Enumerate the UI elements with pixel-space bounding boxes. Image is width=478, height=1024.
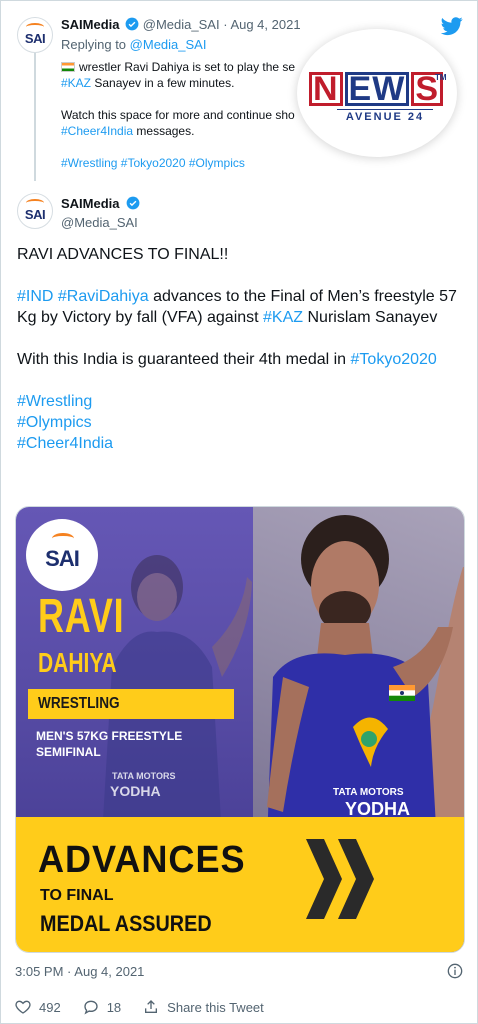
verified-badge-icon [125,17,139,31]
avatar[interactable]: SAI [17,17,53,53]
jersey-sponsor-text: TATA MOTORS [333,787,404,798]
poster-banner: ADVANCES TO FINAL MEDAL ASSURED [16,817,464,952]
author-name[interactable]: SAIMedia [61,196,120,211]
news-logo-subtitle: AVENUE 24 [337,109,433,124]
sport-label: WRESTLING [38,695,120,712]
tweet-paragraph: With this India is guaranteed their 4th … [17,351,437,368]
hashtag-link[interactable]: #Cheer4India [17,433,465,454]
heart-icon [15,1000,31,1014]
news-logo-text: N EW S [308,71,444,107]
hashtag-link[interactable]: #Olympics [17,412,465,433]
tweet-image[interactable]: SAI RAVI DAHIYA WRESTLING MEN'S 57KG FRE… [15,506,465,953]
tweet-timestamp[interactable]: 3:05 PM · Aug 4, 2021 [15,964,144,979]
poster-first-name: RAVI [38,590,125,643]
event-line-1: MEN'S 57KG FREESTYLE [36,729,183,743]
like-button[interactable]: 492 [15,999,61,1015]
share-icon [145,1000,158,1013]
tweet-headline: RAVI ADVANCES TO FINAL!! [17,246,229,263]
author-handle[interactable]: @Media_SAI [143,17,220,32]
banner-medal-assured: MEDAL ASSURED [40,911,212,936]
main-tweet-header: SAIMedia @Media_SAI [61,195,140,230]
replying-to-handle[interactable]: @Media_SAI [130,37,207,52]
hashtag-link[interactable]: #Cheer4India [61,124,133,138]
news-avenue-watermark: N EW S TM AVENUE 24 [297,29,457,157]
poster-last-name: DAHIYA [38,647,117,678]
poster-left-panel: SAI RAVI DAHIYA WRESTLING MEN'S 57KG FRE… [16,507,253,837]
sai-logo: SAI [26,519,98,591]
banner-advances: ADVANCES [38,839,246,881]
replying-to: Replying to @Media_SAI [61,37,207,52]
reply-count: 18 [106,999,122,1015]
chevron-right-icon [338,839,374,919]
hashtag-links[interactable]: #Wrestling #Tokyo2020 #Olympics [61,155,321,171]
hashtag-link[interactable]: #Wrestling [17,391,465,412]
info-icon[interactable] [447,963,463,979]
hashtag-link[interactable]: #IND [17,288,53,305]
comment-icon [84,1000,98,1015]
india-flag-icon [61,62,75,72]
hashtag-link[interactable]: #KAZ [61,76,91,90]
author-name[interactable]: SAIMedia [61,17,120,32]
main-tweet-body: RAVI ADVANCES TO FINAL!! #IND #RaviDahiy… [17,244,465,454]
reply-button[interactable]: 18 [83,999,121,1015]
reply-tweet-body: wrestler Ravi Dahiya is set to play the … [61,59,321,171]
tweet-card: SAI SAIMedia @Media_SAI · Aug 4, 2021 Re… [0,0,478,1024]
twitter-bird-icon[interactable] [441,15,463,37]
author-handle[interactable]: @Media_SAI [61,215,140,230]
share-label: Share this Tweet [167,999,264,1015]
sport-bar: WRESTLING [28,689,234,719]
verified-badge-icon [126,196,140,210]
hashtag-link[interactable]: #RaviDahiya [58,288,149,305]
like-count: 492 [39,999,61,1015]
avatar[interactable]: SAI [17,193,53,229]
tweet-paragraph: #IND #RaviDahiya advances to the Final o… [17,288,457,326]
chevron-right-icon [306,839,342,919]
thread-line [34,53,36,181]
event-line-2: SEMIFINAL [36,745,101,759]
hashtag-link[interactable]: #KAZ [263,309,303,326]
tweet-actions: 492 18 Share this Tweet [15,999,286,1015]
banner-to-final: TO FINAL [40,887,114,904]
share-button[interactable]: Share this Tweet [143,999,264,1015]
tweet-date[interactable]: Aug 4, 2021 [230,17,300,32]
hashtag-link[interactable]: #Tokyo2020 [351,351,437,368]
jersey-team-text: YODHA [345,799,410,819]
